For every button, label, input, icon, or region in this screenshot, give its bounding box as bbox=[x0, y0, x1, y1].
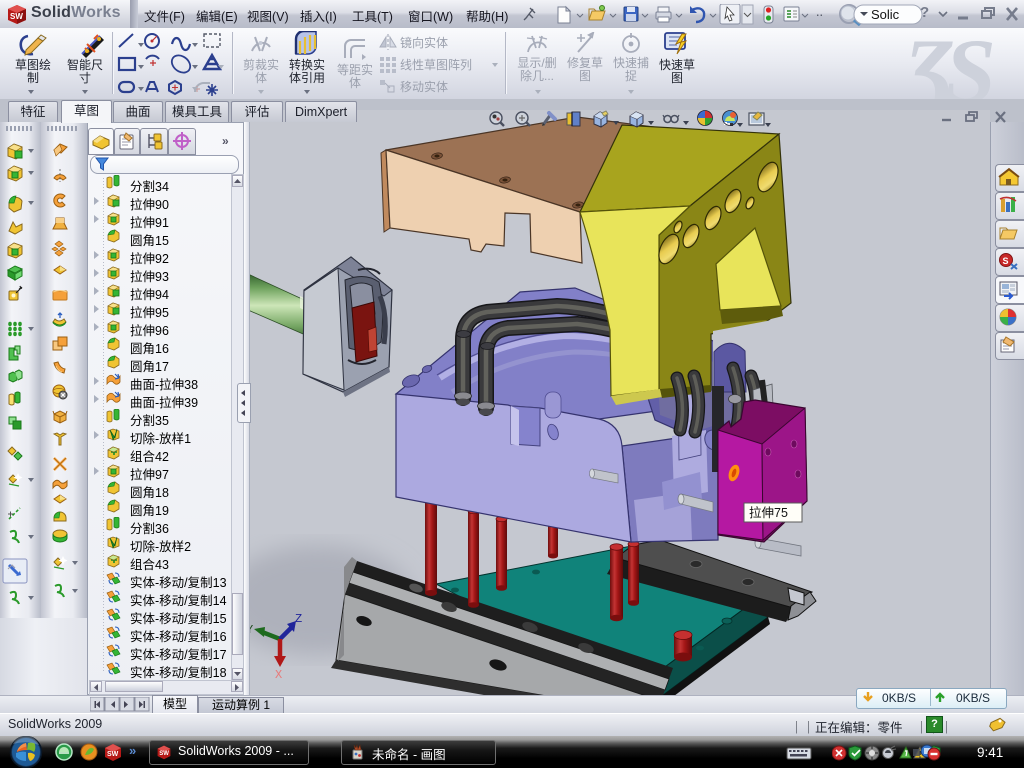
svg-text:拉伸75: 拉伸75 bbox=[749, 505, 788, 520]
svg-text:S: S bbox=[1003, 256, 1009, 266]
svg-text:SW: SW bbox=[10, 12, 23, 21]
svg-text:X: X bbox=[275, 668, 282, 682]
svg-text:»: » bbox=[129, 743, 136, 758]
svg-text:0KB/S: 0KB/S bbox=[956, 691, 990, 705]
svg-text:0KB/S: 0KB/S bbox=[882, 691, 916, 705]
svg-text:Solic: Solic bbox=[871, 7, 900, 22]
svg-text:SW: SW bbox=[107, 751, 119, 758]
svg-text:⋅⋅: ⋅⋅ bbox=[816, 10, 823, 22]
svg-text:SW: SW bbox=[159, 751, 169, 757]
svg-text:Z: Z bbox=[295, 612, 302, 626]
